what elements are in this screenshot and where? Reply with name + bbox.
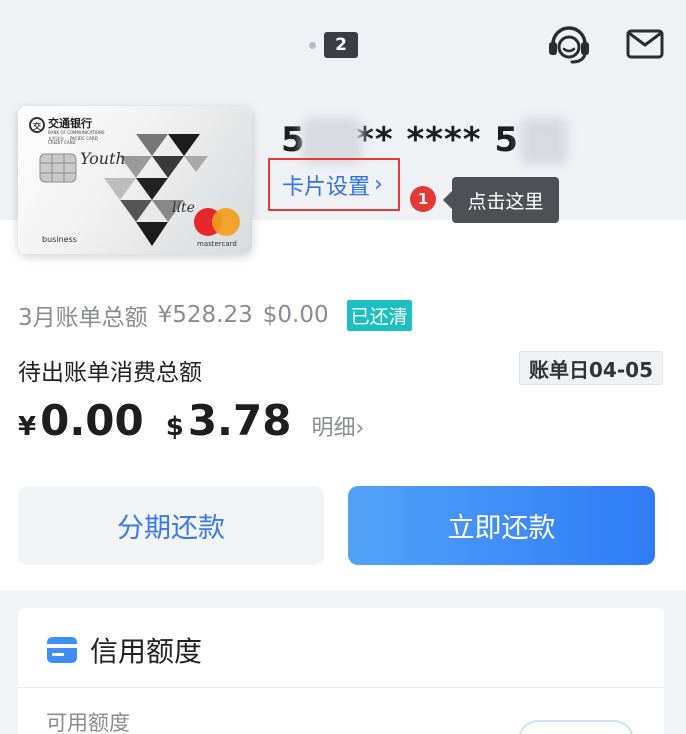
cny-symbol: ¥ xyxy=(18,412,37,442)
card-settings-label: 卡片设置 xyxy=(282,174,371,200)
status-badge: 已还清 xyxy=(346,299,412,331)
card-series-youth: Youth xyxy=(80,149,126,168)
card-network: mastercard xyxy=(197,240,237,248)
headset-icon[interactable] xyxy=(546,22,592,66)
bill-cny-amount: ¥528.23 xyxy=(157,302,253,328)
pending-bill-label: 待出账单消费总额 xyxy=(18,360,202,386)
mastercard-logo-icon xyxy=(194,208,240,236)
page-dot xyxy=(309,41,316,49)
bill-summary: 3月账单总额 ¥528.23 $0.00 已还清 xyxy=(18,298,412,332)
bill-usd-amount: $0.00 xyxy=(262,302,329,328)
available-credit-label: 可用额度 xyxy=(46,711,130,734)
detail-link[interactable]: 明细› xyxy=(311,410,364,442)
pay-now-button[interactable]: 立即还款 xyxy=(348,486,655,565)
guide-tooltip: 点击这里 xyxy=(443,177,559,223)
masked-digits-blur xyxy=(520,118,568,164)
credit-limit-panel: 信用额度 可用额度 xyxy=(18,608,664,734)
guide-step-badge: 1 xyxy=(410,186,436,212)
page-indicator: 2 xyxy=(309,32,358,58)
card-series-lite: lite xyxy=(172,200,195,216)
page-number-badge: 2 xyxy=(324,32,358,58)
chevron-right-icon: › xyxy=(374,172,383,197)
bill-summary-label: 3月账单总额 xyxy=(18,305,148,331)
card-class: business xyxy=(42,235,77,244)
usd-pending-amount: 3.78 xyxy=(187,396,292,445)
pending-amounts: ¥ 0.00 $ 3.78 明细› xyxy=(18,396,364,452)
svg-text:交: 交 xyxy=(33,121,41,131)
card-bank-sub: BANK OF COMMUNICATIONS xyxy=(48,130,105,135)
credit-card-image[interactable]: 交 交通银行 BANK OF COMMUNICATIONS 太平洋卡 PACIF… xyxy=(18,106,252,254)
credit-card-icon xyxy=(47,637,77,663)
card-settings-link[interactable]: 卡片设置 › xyxy=(268,158,400,211)
credit-limit-header: 信用额度 xyxy=(46,630,202,670)
cny-pending-amount: 0.00 xyxy=(40,396,144,445)
mail-icon[interactable] xyxy=(624,26,666,62)
usd-symbol: $ xyxy=(165,412,184,442)
bill-day-badge: 账单日04-05 xyxy=(519,351,663,385)
credit-action-pill[interactable] xyxy=(518,720,634,734)
installment-repay-button[interactable]: 分期还款 xyxy=(18,486,324,565)
divider xyxy=(18,687,664,688)
card-bank-name: 交通银行 xyxy=(48,116,92,130)
card-type-label: CREDIT CARD xyxy=(48,140,75,145)
credit-limit-title: 信用额度 xyxy=(90,635,203,668)
